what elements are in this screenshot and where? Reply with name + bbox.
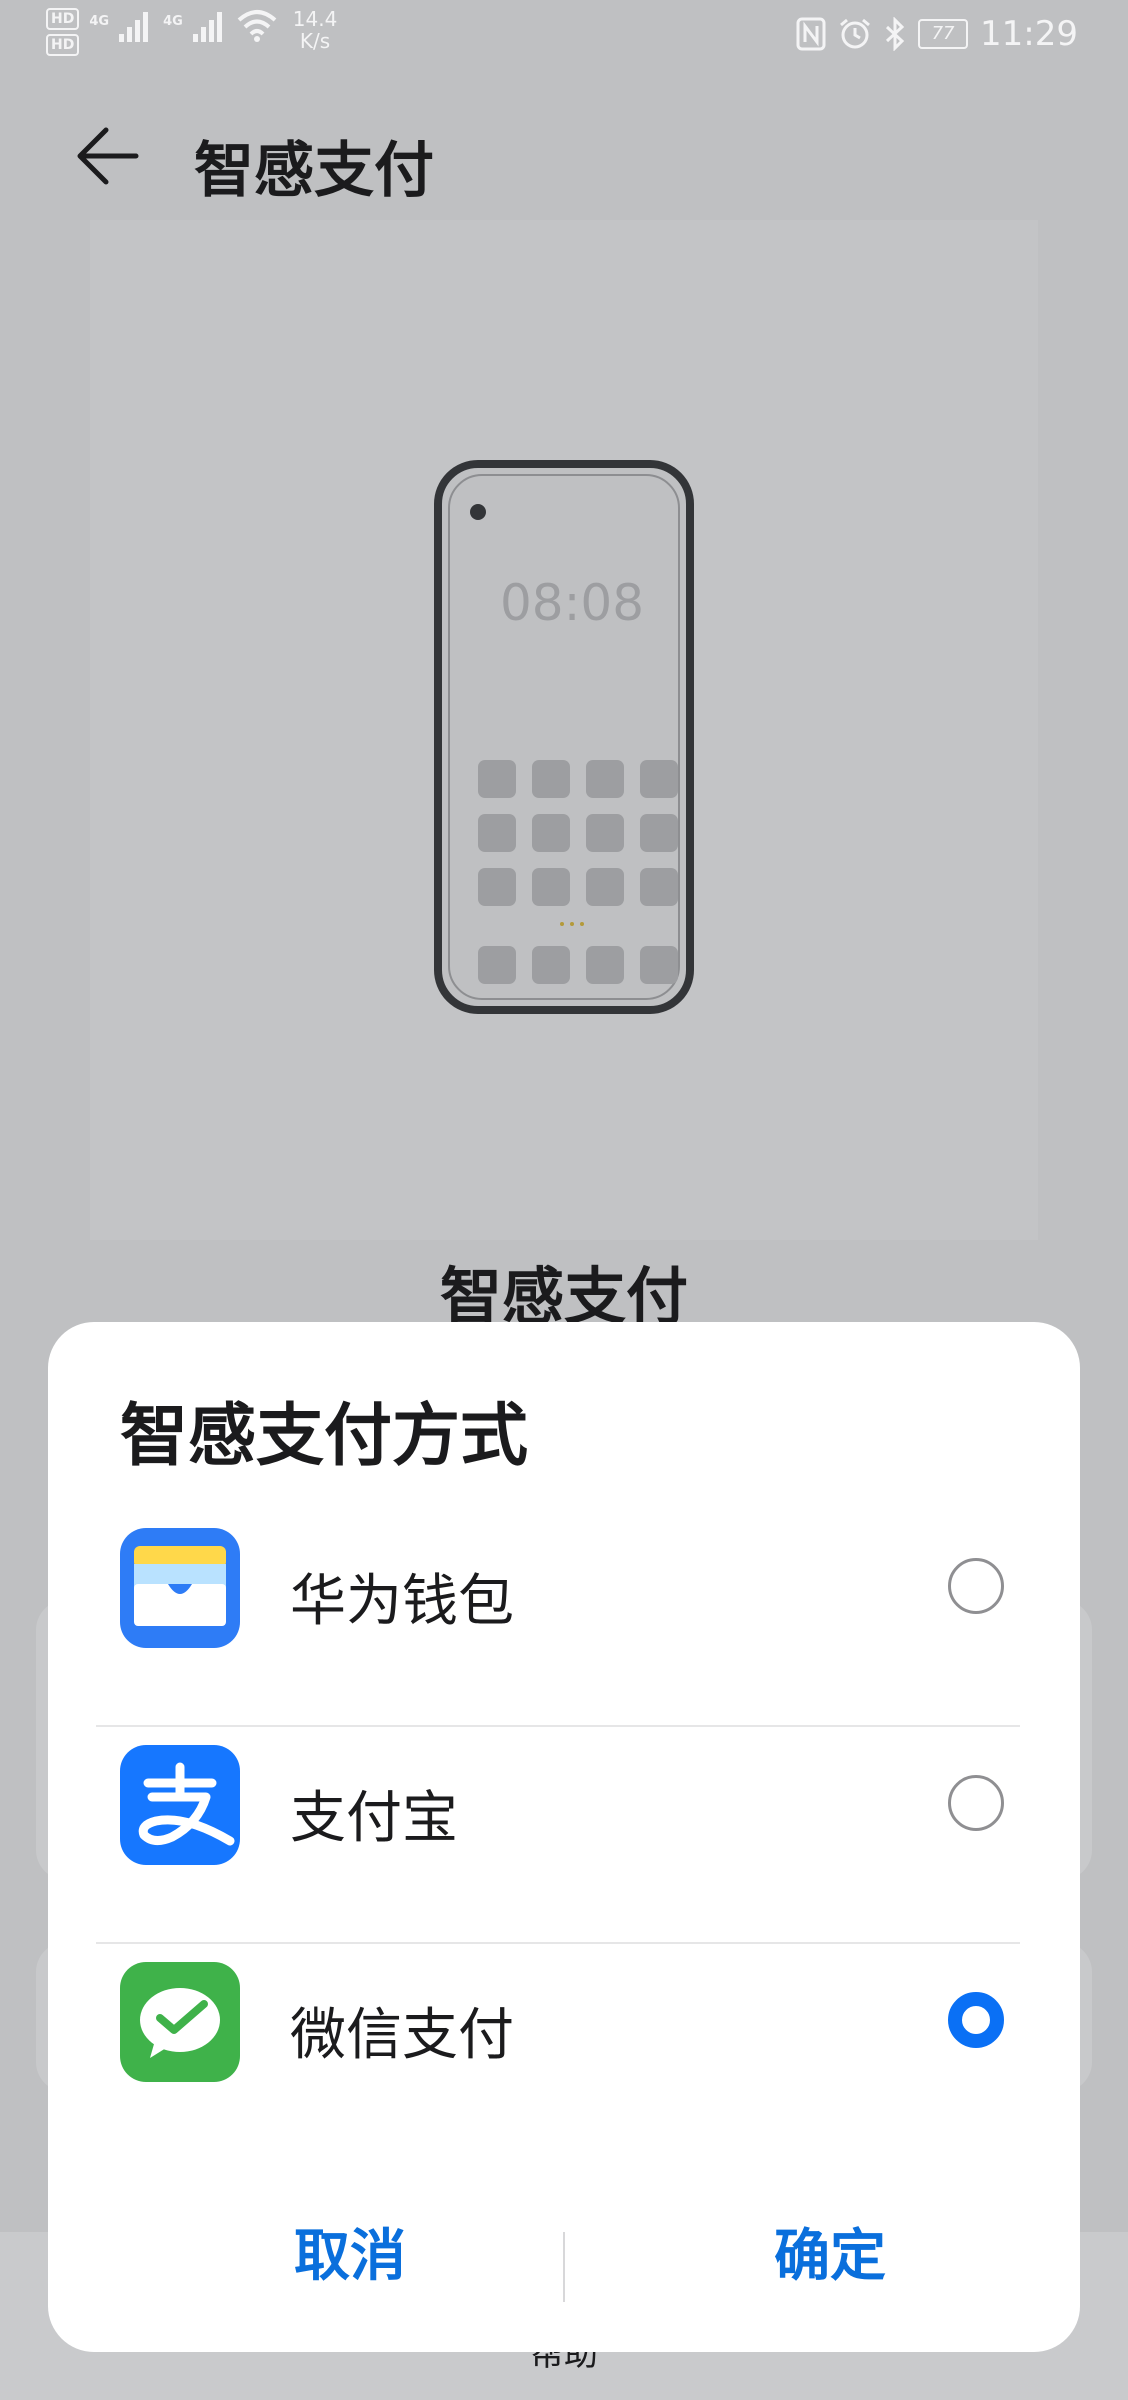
dock bbox=[478, 946, 678, 984]
status-bar: HD HD 4G 4G 14.4 K/s 77 11:29 bbox=[0, 0, 1128, 70]
app-tile bbox=[532, 760, 570, 798]
app-tile bbox=[640, 868, 678, 906]
app-tile bbox=[586, 814, 624, 852]
camera-icon bbox=[470, 504, 486, 520]
app-tile bbox=[532, 814, 570, 852]
page-dot bbox=[580, 922, 584, 926]
page-dots bbox=[450, 922, 694, 926]
dialog-title: 智感支付方式 bbox=[120, 1397, 529, 1476]
option-huawei-wallet[interactable]: 华为钱包 bbox=[120, 1482, 1044, 1698]
confirm-button[interactable]: 确定 bbox=[620, 2212, 1040, 2302]
radio-alipay[interactable] bbox=[948, 1775, 1004, 1831]
app-tile bbox=[586, 868, 624, 906]
option-alipay[interactable]: 支付宝 bbox=[120, 1699, 1044, 1915]
hd-voice-badge-2: HD bbox=[46, 34, 80, 56]
payment-method-dialog: 智感支付方式 华为钱包 支付宝 微信支付 取消 确定 bbox=[48, 1322, 1080, 2352]
button-separator bbox=[563, 2232, 565, 2302]
phone-clock: 08:08 bbox=[499, 574, 645, 632]
page-dot bbox=[560, 922, 564, 926]
cancel-button[interactable]: 取消 bbox=[140, 2212, 560, 2302]
page-title: 智感支付 bbox=[194, 136, 434, 206]
wifi-icon bbox=[237, 10, 277, 42]
network-type-1: 4G bbox=[89, 14, 110, 29]
network-speed: 14.4 K/s bbox=[293, 8, 338, 52]
app-tile bbox=[532, 868, 570, 906]
app-grid bbox=[478, 760, 678, 906]
nfc-icon bbox=[796, 17, 826, 51]
dock-tile bbox=[640, 946, 678, 984]
battery-icon: 77 bbox=[918, 19, 969, 49]
speed-unit: K/s bbox=[299, 29, 331, 53]
app-tile bbox=[478, 760, 516, 798]
option-label: 华为钱包 bbox=[290, 1569, 514, 1634]
dock-tile bbox=[532, 946, 570, 984]
app-tile bbox=[478, 814, 516, 852]
hd-voice-badge-1: HD bbox=[46, 8, 80, 30]
app-tile bbox=[640, 814, 678, 852]
dock-tile bbox=[478, 946, 516, 984]
signal-icon bbox=[192, 12, 222, 42]
speed-value: 14.4 bbox=[292, 7, 338, 31]
option-label: 微信支付 bbox=[290, 2003, 514, 2068]
status-time: 11:29 bbox=[980, 14, 1078, 54]
bluetooth-icon bbox=[885, 17, 905, 51]
wechat-pay-icon bbox=[120, 1962, 240, 2082]
status-left: HD HD 4G 4G 14.4 K/s bbox=[46, 8, 337, 56]
option-wechat-pay[interactable]: 微信支付 bbox=[120, 1916, 1044, 2132]
phone-screen: 08:08 bbox=[448, 474, 680, 1000]
status-right: 77 11:29 bbox=[796, 14, 1078, 54]
app-tile bbox=[478, 868, 516, 906]
back-arrow-icon bbox=[77, 127, 139, 185]
page-dot bbox=[570, 922, 574, 926]
alipay-icon bbox=[120, 1745, 240, 1865]
radio-huawei-wallet[interactable] bbox=[948, 1558, 1004, 1614]
signal-icon bbox=[119, 12, 149, 42]
phone-illustration: 08:08 bbox=[434, 460, 694, 1014]
app-tile bbox=[586, 760, 624, 798]
network-type-2: 4G bbox=[163, 14, 183, 29]
dock-tile bbox=[586, 946, 624, 984]
app-tile bbox=[640, 760, 678, 798]
battery-level: 77 bbox=[931, 23, 955, 44]
back-button[interactable] bbox=[72, 120, 144, 192]
option-label: 支付宝 bbox=[290, 1786, 458, 1851]
radio-wechat-pay-selected[interactable] bbox=[948, 1992, 1004, 2048]
alarm-icon bbox=[840, 18, 870, 49]
hd-indicators: HD HD bbox=[46, 8, 80, 56]
huawei-wallet-icon bbox=[120, 1528, 240, 1648]
